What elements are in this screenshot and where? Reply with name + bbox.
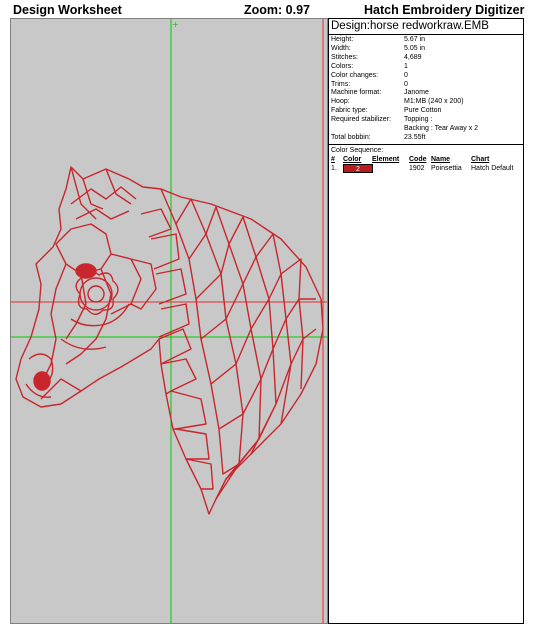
property-row: Machine format: Janome (331, 89, 521, 98)
zoom-level: Zoom: 0.97 (244, 3, 310, 17)
property-key: Width: (331, 44, 351, 52)
color-sequence: Color Sequence: # Color Element Code Nam… (329, 145, 523, 176)
row-code: 1902 (409, 165, 425, 173)
property-row: Total bobbin: 23.55ft (331, 134, 521, 143)
design-info-panel: Design:horse redworkraw.EMB Height: 5.67 … (328, 18, 524, 624)
property-value: 5.67 in (404, 36, 426, 43)
property-row: Required stabilizer: Topping : (331, 116, 521, 125)
property-key: Colors: (331, 62, 354, 70)
property-row: Colors: 1 (331, 63, 521, 72)
property-row: Backing : Tear Away x 2 (331, 125, 521, 134)
worksheet-title: Design Worksheet (13, 3, 122, 17)
row-element (372, 164, 409, 175)
property-key: Color changes: (331, 71, 379, 79)
thread-swatch: 2 (343, 164, 373, 174)
col-name-header: Name (431, 155, 451, 163)
property-row: Width: 5.05 in (331, 45, 521, 54)
col-color-header: Color (343, 155, 362, 163)
property-value: Backing : Tear Away x 2 (404, 125, 479, 133)
property-value: 0 (404, 71, 408, 79)
col-code-header: Code (409, 155, 427, 163)
right-margin (524, 18, 536, 624)
property-key: Total bobbin: (331, 133, 371, 141)
property-key: Required stabilizer: (331, 116, 391, 124)
property-key: Hoop: (331, 98, 350, 106)
property-key: Fabric type: (331, 107, 368, 115)
property-key: Trims: (331, 80, 351, 88)
row-index: 1. (331, 165, 337, 173)
property-row: Trims: 0 (331, 81, 521, 90)
property-row: Stitches: 4,689 (331, 54, 521, 63)
property-value: 5.05 in (404, 44, 426, 52)
col-chart-header: Chart (471, 155, 490, 163)
property-key: Machine format: (331, 89, 382, 97)
property-value: 1 (404, 62, 408, 70)
property-value: Pure Cotton (404, 107, 442, 115)
property-value: Topping : (404, 116, 433, 124)
property-value: 0 (404, 80, 408, 88)
row-chart: Hatch Default (471, 165, 514, 173)
property-value: 23.55ft (404, 133, 426, 141)
col-element-header: Element (372, 155, 400, 163)
property-key (331, 125, 404, 134)
property-value: M1:MB (240 x 200) (404, 98, 464, 106)
property-row: Height: 5.67 in (331, 36, 521, 45)
design-preview: + (11, 19, 327, 623)
col-index-header: # (331, 155, 335, 163)
color-sequence-header: # Color Element Code Name Chart (331, 155, 521, 165)
center-cross-icon: + (172, 20, 179, 29)
color-sequence-title: Color Sequence: (331, 146, 384, 154)
design-filename: Design:horse redworkraw.EMB (329, 19, 523, 35)
property-row: Color changes: 0 (331, 72, 521, 81)
property-key: Stitches: (331, 53, 358, 61)
property-value: Janome (404, 89, 429, 97)
design-canvas[interactable]: + (10, 18, 328, 624)
design-properties: Height: 5.67 in Width: 5.05 in Stitches: 4,68… (329, 35, 523, 143)
property-key: Height: (331, 36, 354, 43)
row-name: Poinsettia (431, 165, 462, 173)
property-row: Hoop: M1:MB (240 x 200) (331, 98, 521, 107)
property-value: 4,689 (404, 53, 422, 61)
property-row: Fabric type: Pure Cotton (331, 107, 521, 116)
color-sequence-row: 1. 2 1902 Poinsettia Hatch Default (331, 164, 521, 175)
product-name: Hatch Embroidery Digitizer (364, 3, 525, 17)
horse-embroidery (15, 166, 324, 515)
